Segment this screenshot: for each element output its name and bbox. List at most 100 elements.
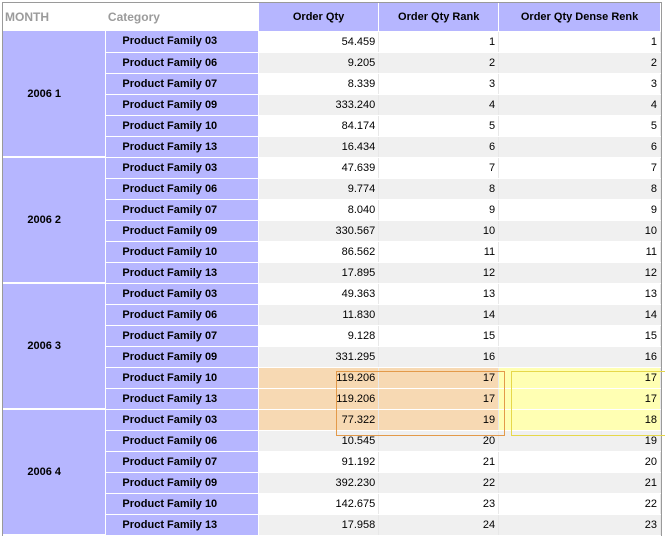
category-cell[interactable]: Product Family 09	[105, 472, 260, 494]
order-qty-cell[interactable]: 9.774	[258, 178, 380, 200]
order-qty-dense-rank-cell[interactable]: 1	[498, 31, 661, 53]
order-qty-rank-cell[interactable]: 9	[378, 199, 500, 221]
category-cell[interactable]: Product Family 10	[105, 115, 260, 137]
order-qty-dense-rank-cell[interactable]: 3	[498, 73, 661, 95]
order-qty-dense-rank-cell[interactable]: 12	[498, 262, 661, 284]
order-qty-dense-rank-cell[interactable]: 8	[498, 178, 661, 200]
order-qty-rank-cell[interactable]: 7	[378, 157, 500, 179]
order-qty-dense-rank-cell[interactable]: 17	[498, 388, 661, 410]
order-qty-dense-rank-cell[interactable]: 19	[498, 430, 661, 452]
order-qty-rank-cell[interactable]: 17	[378, 367, 500, 389]
category-cell[interactable]: Product Family 10	[105, 367, 260, 389]
order-qty-cell[interactable]: 47.639	[258, 157, 380, 179]
order-qty-rank-header[interactable]: Order Qty Rank	[378, 3, 500, 32]
order-qty-rank-cell[interactable]: 8	[378, 178, 500, 200]
order-qty-rank-cell[interactable]: 24	[378, 514, 500, 536]
order-qty-cell[interactable]: 77.322	[258, 409, 380, 431]
category-cell[interactable]: Product Family 07	[105, 199, 260, 221]
order-qty-cell[interactable]: 333.240	[258, 94, 380, 116]
order-qty-cell[interactable]: 119.206	[258, 367, 380, 389]
category-cell[interactable]: Product Family 06	[105, 430, 260, 452]
order-qty-cell[interactable]: 91.192	[258, 451, 380, 473]
order-qty-cell[interactable]: 9.205	[258, 52, 380, 74]
order-qty-cell[interactable]: 17.895	[258, 262, 380, 284]
order-qty-rank-cell[interactable]: 10	[378, 220, 500, 242]
order-qty-header[interactable]: Order Qty	[258, 3, 380, 32]
category-cell[interactable]: Product Family 06	[105, 52, 260, 74]
order-qty-cell[interactable]: 142.675	[258, 493, 380, 515]
order-qty-rank-cell[interactable]: 20	[378, 430, 500, 452]
category-cell[interactable]: Product Family 07	[105, 325, 260, 347]
order-qty-dense-rank-cell[interactable]: 11	[498, 241, 661, 263]
order-qty-cell[interactable]: 10.545	[258, 430, 380, 452]
order-qty-rank-cell[interactable]: 13	[378, 283, 500, 305]
order-qty-dense-rank-cell[interactable]: 9	[498, 199, 661, 221]
order-qty-dense-rank-cell[interactable]: 4	[498, 94, 661, 116]
order-qty-dense-rank-cell[interactable]: 20	[498, 451, 661, 473]
order-qty-rank-cell[interactable]: 16	[378, 346, 500, 368]
order-qty-dense-rank-cell[interactable]: 22	[498, 493, 661, 515]
order-qty-dense-rank-cell[interactable]: 23	[498, 514, 661, 536]
order-qty-dense-rank-header[interactable]: Order Qty Dense Renk	[498, 3, 661, 32]
order-qty-cell[interactable]: 392.230	[258, 472, 380, 494]
month-cell[interactable]: 2006 4	[3, 409, 107, 536]
order-qty-cell[interactable]: 331.295	[258, 346, 380, 368]
order-qty-rank-cell[interactable]: 5	[378, 115, 500, 137]
order-qty-dense-rank-cell[interactable]: 17	[498, 367, 661, 389]
order-qty-dense-rank-cell[interactable]: 14	[498, 304, 661, 326]
category-dimension-header[interactable]: Category	[105, 3, 259, 31]
category-cell[interactable]: Product Family 13	[105, 136, 260, 158]
category-cell[interactable]: Product Family 13	[105, 514, 260, 536]
order-qty-cell[interactable]: 9.128	[258, 325, 380, 347]
order-qty-dense-rank-cell[interactable]: 16	[498, 346, 661, 368]
month-dimension-header[interactable]: MONTH	[3, 3, 106, 31]
category-cell[interactable]: Product Family 06	[105, 304, 260, 326]
order-qty-rank-cell[interactable]: 6	[378, 136, 500, 158]
order-qty-rank-cell[interactable]: 11	[378, 241, 500, 263]
category-cell[interactable]: Product Family 09	[105, 346, 260, 368]
category-cell[interactable]: Product Family 07	[105, 451, 260, 473]
order-qty-rank-cell[interactable]: 3	[378, 73, 500, 95]
category-cell[interactable]: Product Family 09	[105, 220, 260, 242]
order-qty-dense-rank-cell[interactable]: 13	[498, 283, 661, 305]
month-cell[interactable]: 2006 3	[3, 283, 107, 410]
order-qty-dense-rank-cell[interactable]: 6	[498, 136, 661, 158]
order-qty-cell[interactable]: 84.174	[258, 115, 380, 137]
category-cell[interactable]: Product Family 10	[105, 493, 260, 515]
order-qty-rank-cell[interactable]: 17	[378, 388, 500, 410]
order-qty-dense-rank-cell[interactable]: 2	[498, 52, 661, 74]
order-qty-cell[interactable]: 330.567	[258, 220, 380, 242]
category-cell[interactable]: Product Family 03	[105, 157, 260, 179]
order-qty-rank-cell[interactable]: 19	[378, 409, 500, 431]
order-qty-rank-cell[interactable]: 12	[378, 262, 500, 284]
order-qty-rank-cell[interactable]: 23	[378, 493, 500, 515]
category-cell[interactable]: Product Family 13	[105, 388, 260, 410]
order-qty-cell[interactable]: 16.434	[258, 136, 380, 158]
order-qty-rank-cell[interactable]: 15	[378, 325, 500, 347]
category-cell[interactable]: Product Family 03	[105, 283, 260, 305]
order-qty-cell[interactable]: 8.040	[258, 199, 380, 221]
month-cell[interactable]: 2006 2	[3, 157, 107, 284]
order-qty-cell[interactable]: 49.363	[258, 283, 380, 305]
order-qty-rank-cell[interactable]: 2	[378, 52, 500, 74]
category-cell[interactable]: Product Family 03	[105, 409, 260, 431]
category-cell[interactable]: Product Family 03	[105, 31, 260, 53]
category-cell[interactable]: Product Family 13	[105, 262, 260, 284]
order-qty-cell[interactable]: 86.562	[258, 241, 380, 263]
order-qty-cell[interactable]: 54.459	[258, 31, 380, 53]
month-cell[interactable]: 2006 1	[3, 31, 107, 158]
order-qty-dense-rank-cell[interactable]: 18	[498, 409, 661, 431]
order-qty-rank-cell[interactable]: 14	[378, 304, 500, 326]
order-qty-dense-rank-cell[interactable]: 15	[498, 325, 661, 347]
order-qty-dense-rank-cell[interactable]: 7	[498, 157, 661, 179]
category-cell[interactable]: Product Family 09	[105, 94, 260, 116]
order-qty-cell[interactable]: 11.830	[258, 304, 380, 326]
order-qty-rank-cell[interactable]: 22	[378, 472, 500, 494]
order-qty-rank-cell[interactable]: 1	[378, 31, 500, 53]
order-qty-rank-cell[interactable]: 4	[378, 94, 500, 116]
category-cell[interactable]: Product Family 10	[105, 241, 260, 263]
order-qty-dense-rank-cell[interactable]: 21	[498, 472, 661, 494]
order-qty-cell[interactable]: 119.206	[258, 388, 380, 410]
order-qty-dense-rank-cell[interactable]: 5	[498, 115, 661, 137]
order-qty-rank-cell[interactable]: 21	[378, 451, 500, 473]
